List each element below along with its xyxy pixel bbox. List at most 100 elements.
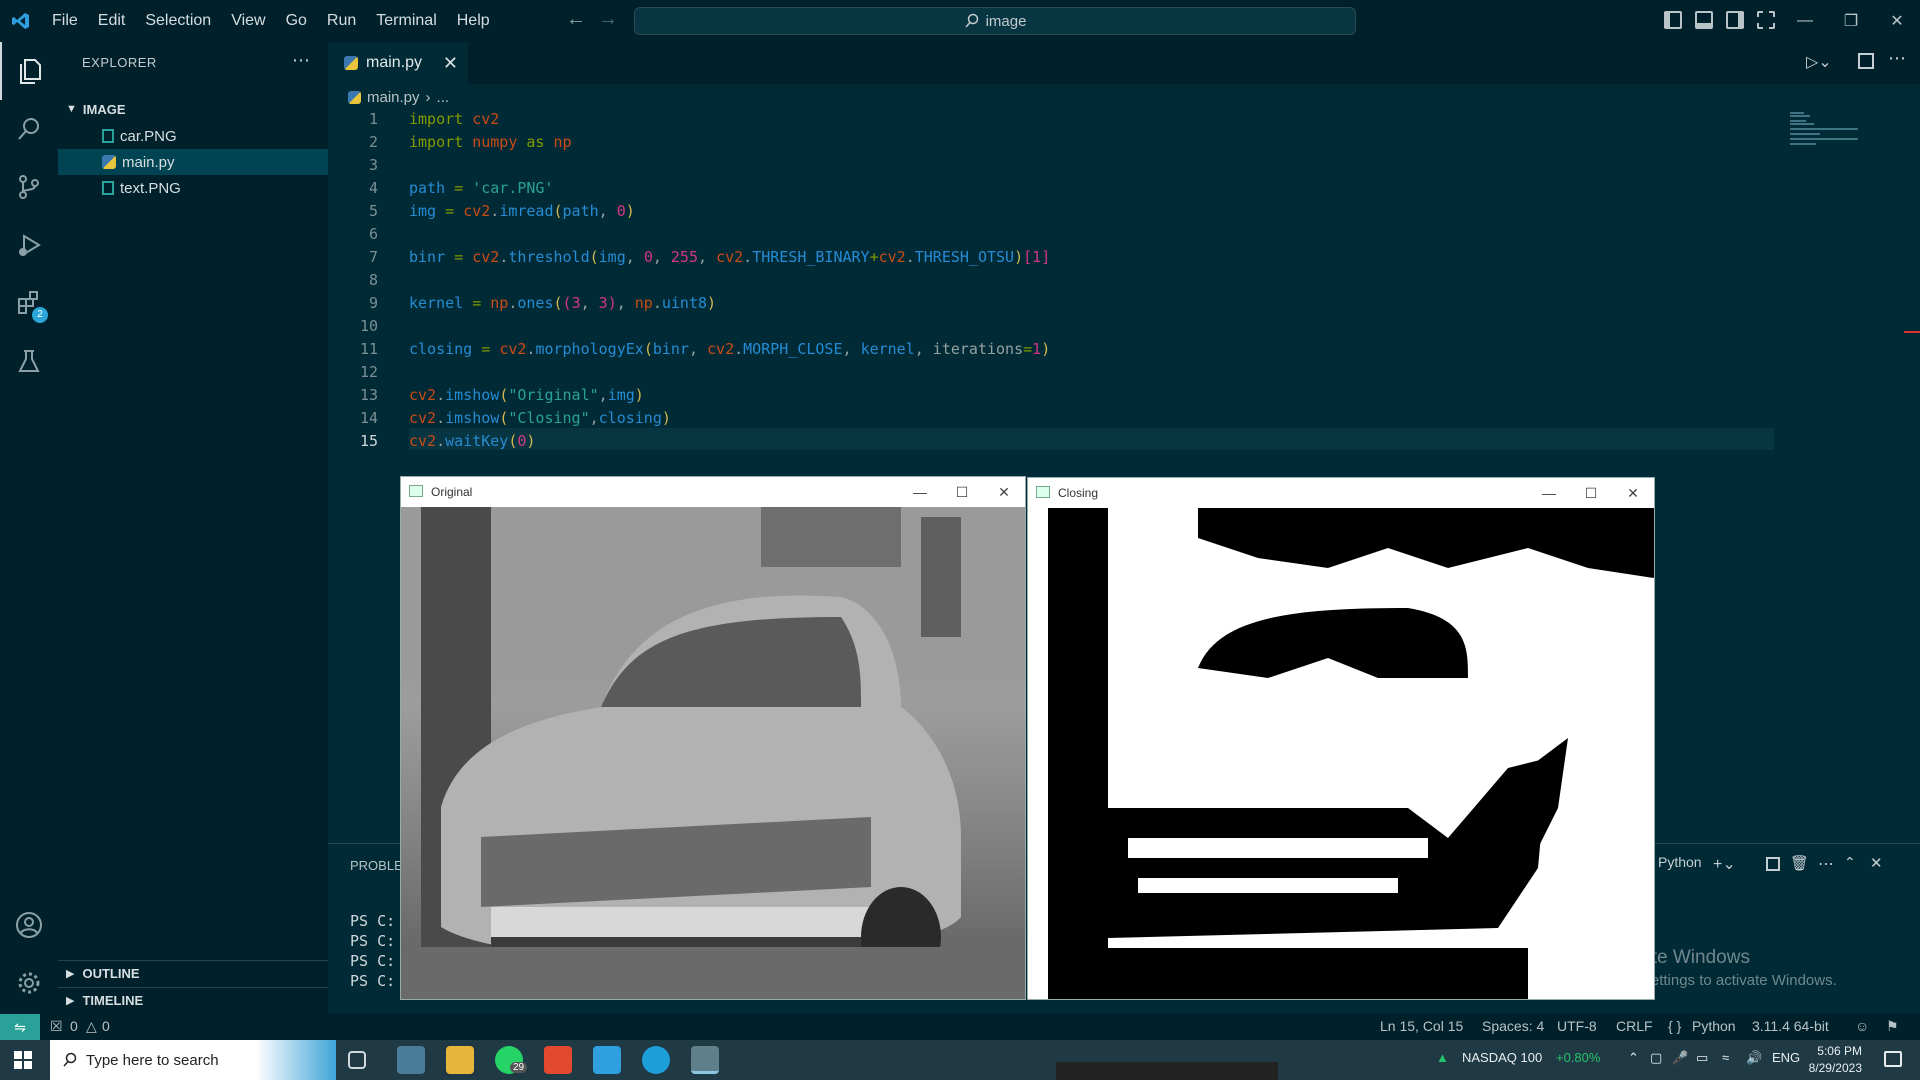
menu-terminal[interactable]: Terminal xyxy=(366,0,446,42)
menu-file[interactable]: File xyxy=(42,0,88,42)
menu-view[interactable]: View xyxy=(221,0,275,42)
language-mode[interactable]: Python xyxy=(1692,1018,1736,1034)
input-language[interactable]: ENG xyxy=(1772,1050,1800,1065)
activity-bar: 2 xyxy=(0,42,58,1014)
menu-edit[interactable]: Edit xyxy=(88,0,136,42)
brave-browser-icon[interactable] xyxy=(544,1046,572,1074)
restore-button[interactable]: ❐ xyxy=(1828,0,1874,42)
file-car-png[interactable]: car.PNG xyxy=(58,123,328,149)
command-center-search[interactable]: image xyxy=(634,7,1356,35)
taskbar-search[interactable]: Type here to search xyxy=(50,1040,336,1080)
breadcrumb-symbol[interactable]: ... xyxy=(437,89,450,106)
tab-main-py[interactable]: main.py ✕ xyxy=(328,42,468,84)
toggle-secondary-sidebar-icon[interactable] xyxy=(1726,11,1744,29)
code-line: kernel = np.ones((3, 3), np.uint8) xyxy=(409,294,717,312)
extensions-icon[interactable]: 2 xyxy=(0,274,58,332)
testing-icon[interactable] xyxy=(0,332,58,390)
menu-help[interactable]: Help xyxy=(447,0,500,42)
terminal-line: PS C: xyxy=(350,952,396,970)
folder-header[interactable]: ▼ IMAGE xyxy=(58,96,328,122)
panel-more-icon[interactable]: ⋯ xyxy=(1818,854,1834,874)
explorer-icon[interactable] xyxy=(0,42,58,100)
maximize-panel-icon[interactable]: ⌃ xyxy=(1844,854,1856,871)
image-file-icon xyxy=(102,129,114,143)
notifications-bell-icon[interactable]: ⚑ xyxy=(1886,1018,1899,1035)
task-view-icon[interactable] xyxy=(348,1051,366,1069)
microphone-icon[interactable]: 🎤 xyxy=(1672,1050,1688,1066)
run-debug-icon[interactable] xyxy=(0,216,58,274)
code-line: cv2.imshow("Original",img) xyxy=(409,386,644,404)
notification-center-icon[interactable] xyxy=(1884,1051,1902,1067)
volume-icon[interactable]: 🔊 xyxy=(1746,1050,1762,1066)
file-text-png[interactable]: text.PNG xyxy=(58,175,328,201)
encoding[interactable]: UTF-8 xyxy=(1557,1018,1597,1034)
back-arrow-icon[interactable]: ← xyxy=(566,8,586,31)
source-control-icon[interactable] xyxy=(0,158,58,216)
toggle-sidebar-icon[interactable] xyxy=(1664,11,1682,29)
edge-browser-icon[interactable] xyxy=(642,1046,670,1074)
python-interpreter[interactable]: 3.11.4 64-bit xyxy=(1752,1018,1829,1034)
run-file-icon[interactable]: ▷⌄ xyxy=(1806,52,1832,72)
stock-name[interactable]: NASDAQ 100 xyxy=(1462,1050,1542,1065)
file-main-py[interactable]: main.py xyxy=(58,149,328,175)
toggle-panel-icon[interactable] xyxy=(1695,11,1713,29)
outline-section[interactable]: ▶ OUTLINE xyxy=(58,960,328,986)
accounts-icon[interactable] xyxy=(0,896,58,954)
settings-gear-icon[interactable] xyxy=(0,954,58,1012)
warning-icon[interactable]: △ xyxy=(86,1018,97,1035)
new-terminal-icon[interactable]: +⌄ xyxy=(1713,854,1736,874)
vscode-taskbar-icon[interactable] xyxy=(593,1046,621,1074)
closing-window-titlebar[interactable]: Closing — ☐ ✕ xyxy=(1028,478,1654,508)
customize-layout-icon[interactable] xyxy=(1757,11,1775,29)
close-button[interactable]: ✕ xyxy=(1618,482,1648,504)
trash-icon[interactable]: 🗑 xyxy=(1790,854,1809,872)
split-editor-icon[interactable] xyxy=(1858,53,1874,69)
original-window-titlebar[interactable]: Original — ☐ ✕ xyxy=(401,477,1025,507)
menu-go[interactable]: Go xyxy=(276,0,317,42)
braces-icon: { } xyxy=(1668,1018,1682,1034)
close-window-button[interactable]: ✕ xyxy=(1874,0,1920,42)
maximize-button[interactable]: ☐ xyxy=(947,481,977,503)
extensions-badge: 2 xyxy=(32,307,48,323)
close-button[interactable]: ✕ xyxy=(989,481,1019,503)
close-panel-icon[interactable]: ✕ xyxy=(1870,854,1883,872)
feedback-icon[interactable]: ☺ xyxy=(1855,1018,1869,1034)
breadcrumb-file[interactable]: main.py xyxy=(367,89,420,106)
python-app-icon[interactable] xyxy=(691,1046,719,1074)
timeline-section[interactable]: ▶ TIMELINE xyxy=(58,987,328,1013)
error-count[interactable]: 0 xyxy=(70,1018,78,1034)
current-line-highlight xyxy=(409,428,1774,450)
warning-count[interactable]: 0 xyxy=(102,1018,110,1034)
minimap[interactable] xyxy=(1790,110,1870,150)
more-actions-icon[interactable]: ⋯ xyxy=(292,50,310,71)
terminal-language[interactable]: Python xyxy=(1658,854,1702,870)
errors-icon[interactable]: ☒ xyxy=(50,1018,63,1035)
file-explorer-icon[interactable] xyxy=(446,1046,474,1074)
windows-start-icon[interactable] xyxy=(14,1051,32,1069)
close-tab-icon[interactable]: ✕ xyxy=(443,53,458,74)
split-terminal-icon[interactable] xyxy=(1766,857,1780,871)
search-icon[interactable] xyxy=(0,100,58,158)
calculator-icon[interactable] xyxy=(397,1046,425,1074)
battery-icon[interactable]: ▭ xyxy=(1696,1050,1708,1066)
original-image-window[interactable]: Original — ☐ ✕ xyxy=(400,476,1026,1000)
wifi-icon[interactable]: ≈ xyxy=(1722,1050,1729,1065)
taskbar-clock[interactable]: 5:06 PM 8/29/2023 xyxy=(1809,1043,1862,1077)
maximize-button[interactable]: ☐ xyxy=(1576,482,1606,504)
menu-selection[interactable]: Selection xyxy=(135,0,221,42)
minimize-button[interactable]: — xyxy=(1782,0,1828,42)
forward-arrow-icon[interactable]: → xyxy=(598,8,618,31)
editor-more-icon[interactable]: ⋯ xyxy=(1888,48,1906,69)
line-ending[interactable]: CRLF xyxy=(1616,1018,1653,1034)
minimize-button[interactable]: — xyxy=(905,481,935,503)
menu-run[interactable]: Run xyxy=(317,0,366,42)
problems-tab[interactable]: PROBLE xyxy=(350,858,403,873)
closing-binary-car-image xyxy=(1028,508,1654,999)
tray-chevron-icon[interactable]: ⌃ xyxy=(1628,1050,1639,1066)
indentation[interactable]: Spaces: 4 xyxy=(1482,1018,1544,1034)
closing-image-window[interactable]: Closing — ☐ ✕ xyxy=(1027,477,1655,1000)
cursor-position[interactable]: Ln 15, Col 15 xyxy=(1380,1018,1463,1034)
remote-indicator-icon[interactable]: ⇋ xyxy=(0,1014,40,1040)
tray-device-icon[interactable]: ▢ xyxy=(1650,1050,1662,1066)
minimize-button[interactable]: — xyxy=(1534,482,1564,504)
